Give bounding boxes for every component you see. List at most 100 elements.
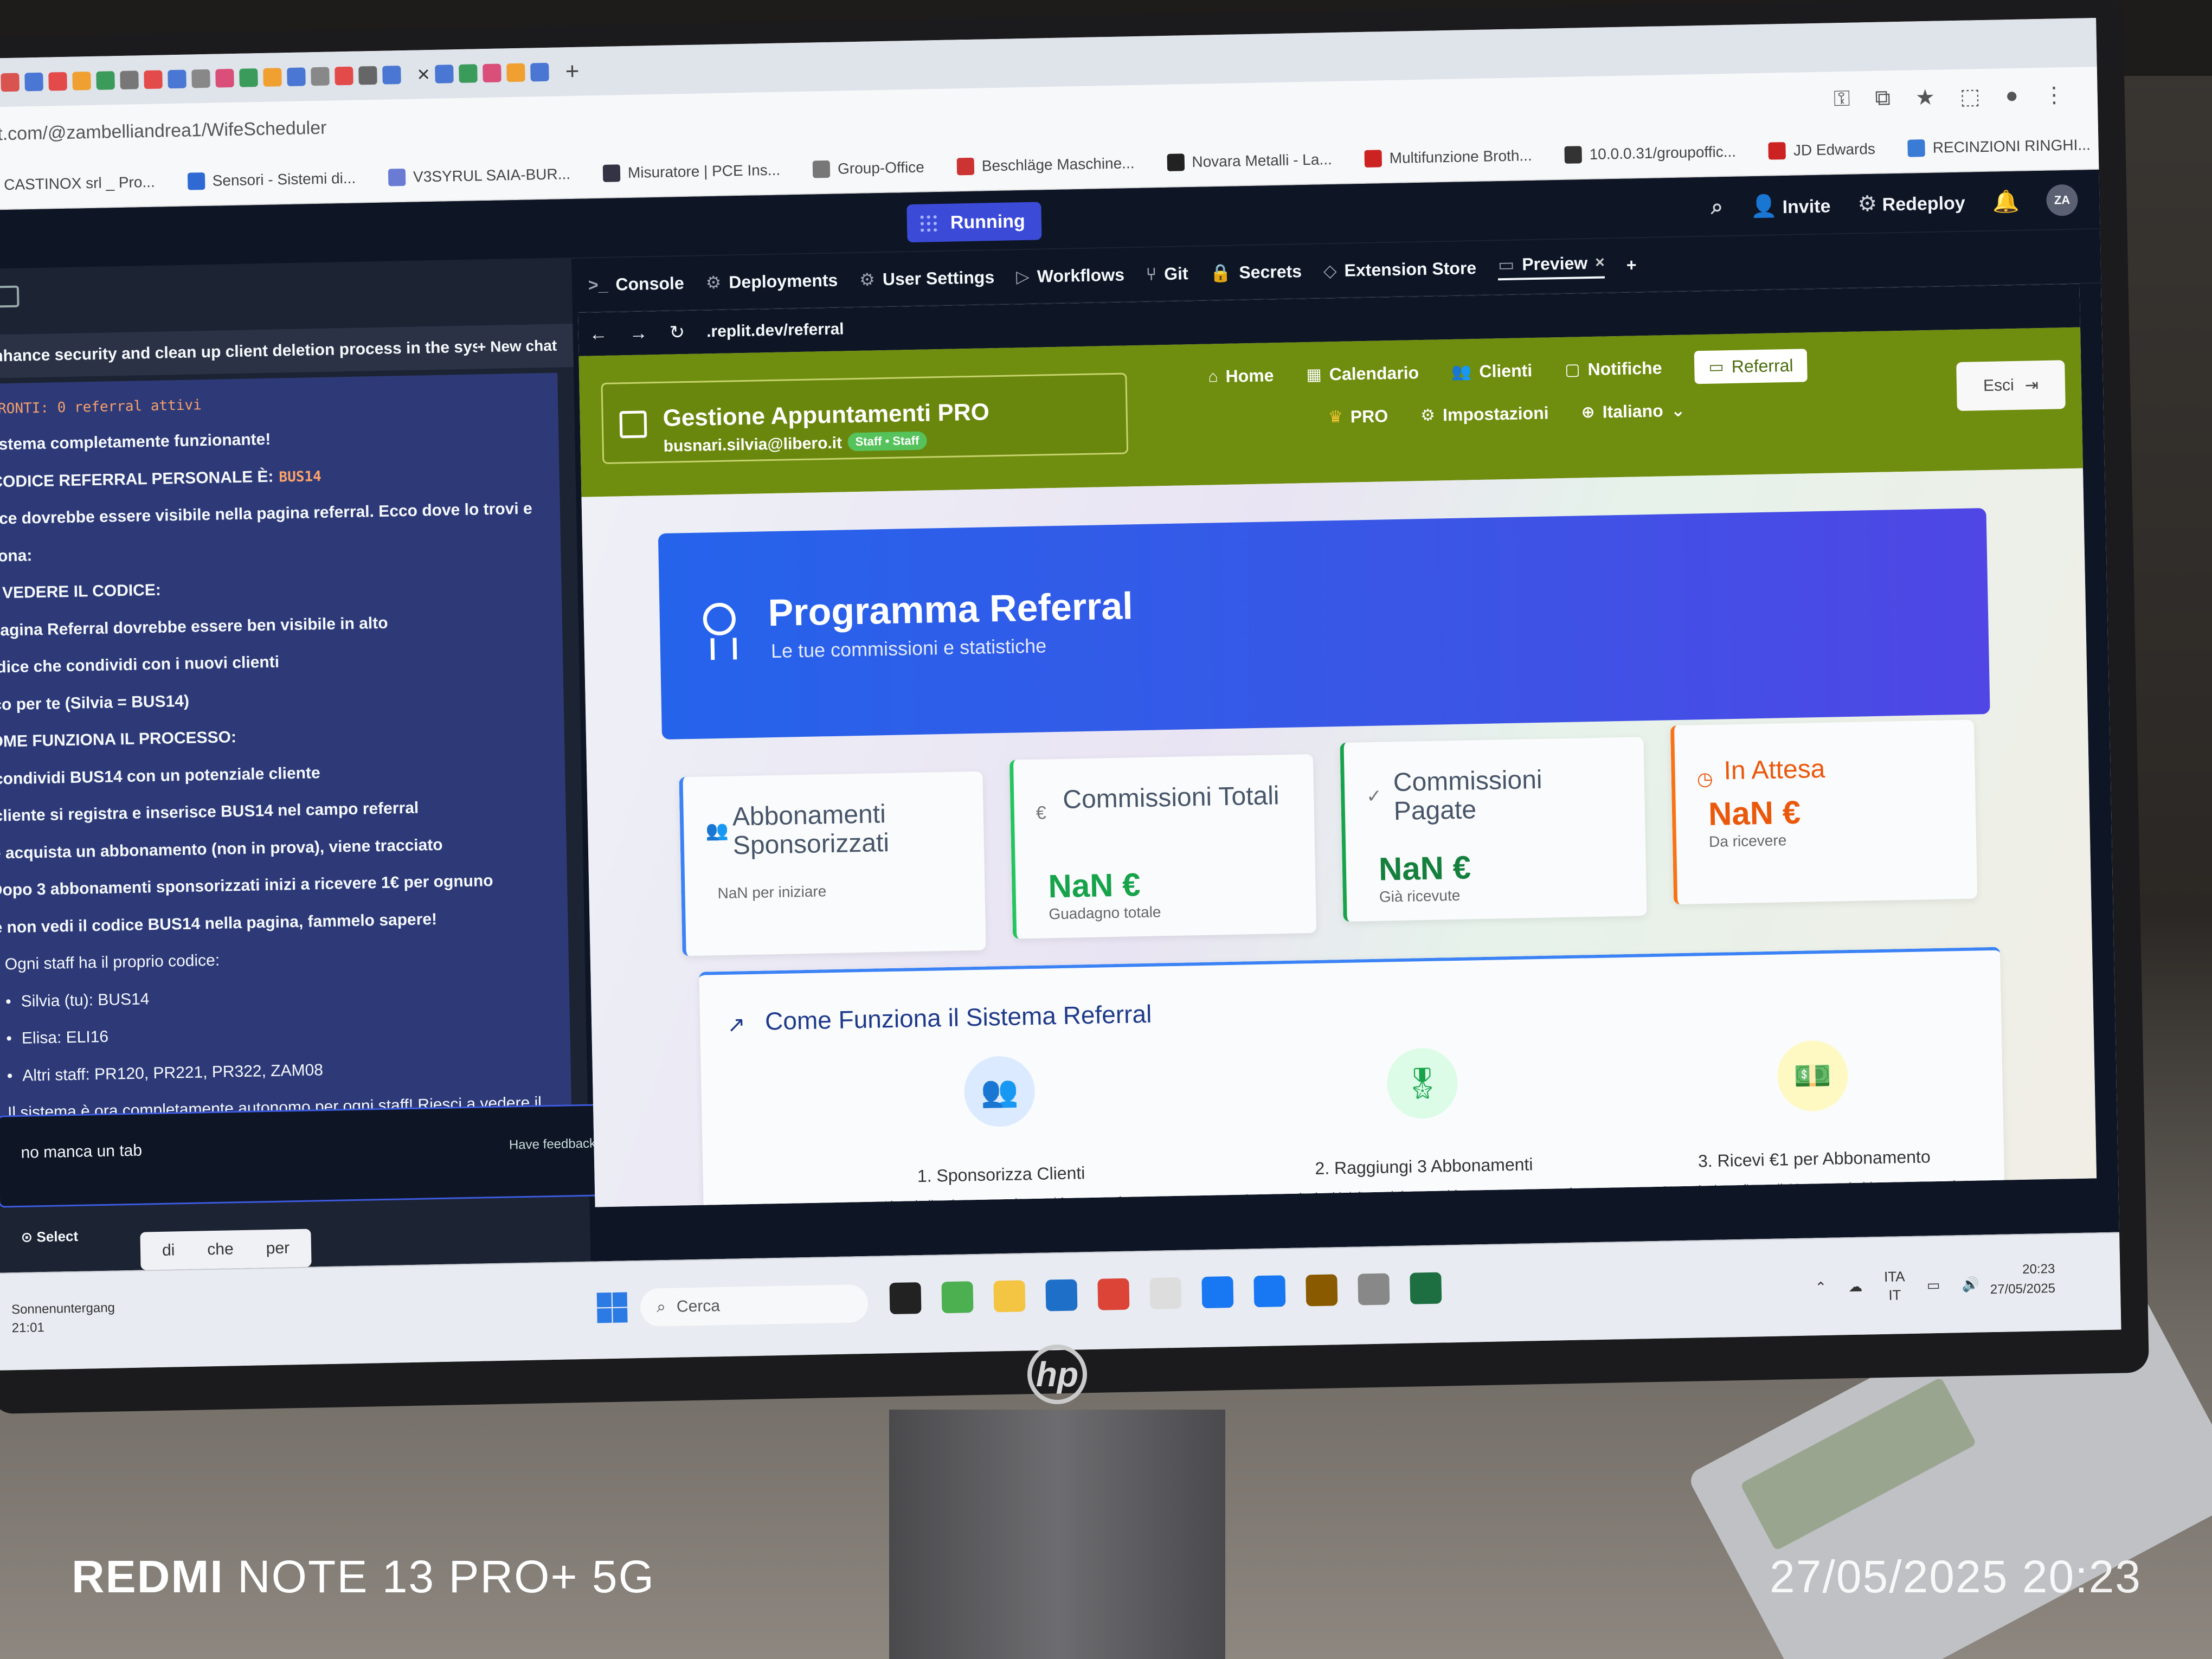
nav-home[interactable]: ⌂ Home xyxy=(1208,365,1274,387)
language-select[interactable]: ⊕ Italiano ⌄ xyxy=(1581,400,1686,423)
run-button[interactable]: Running xyxy=(906,202,1042,243)
tab-favicon[interactable] xyxy=(483,63,502,83)
onedrive-icon[interactable]: ☁ xyxy=(1848,1278,1863,1295)
nav-pro[interactable]: ♛ PRO xyxy=(1328,406,1388,427)
tab-favicon[interactable] xyxy=(311,67,330,86)
panel-icon[interactable] xyxy=(0,285,20,308)
tab-favicon[interactable] xyxy=(215,68,234,88)
tab-secrets[interactable]: 🔒 Secrets xyxy=(1210,261,1302,283)
tab-favicon[interactable] xyxy=(358,66,377,85)
chat-title[interactable]: Enhance security and clean up client del… xyxy=(0,338,477,366)
new-chat-button[interactable]: + New chat xyxy=(477,337,557,356)
tab-deployments[interactable]: ⚙ Deployments xyxy=(705,270,838,293)
tab-favicon[interactable] xyxy=(506,63,526,82)
tab-favicon[interactable] xyxy=(144,70,163,89)
bookmark[interactable]: Multifunzione Broth... xyxy=(1364,147,1532,168)
language-indicator[interactable]: ITA IT xyxy=(1884,1268,1906,1304)
tab-preview[interactable]: ▭ Preview × xyxy=(1497,252,1605,281)
back-icon[interactable]: ← xyxy=(589,323,608,345)
menu-icon[interactable]: ⋮ xyxy=(2043,82,2065,108)
media-icon[interactable] xyxy=(1358,1273,1390,1306)
tab-favicon[interactable] xyxy=(191,69,210,88)
tab-favicon[interactable] xyxy=(24,72,43,92)
app-icon[interactable] xyxy=(941,1281,974,1314)
suggestion[interactable]: che xyxy=(207,1240,234,1259)
chevron-up-icon[interactable]: ⌃ xyxy=(1815,1279,1827,1296)
amazon-icon[interactable] xyxy=(1149,1277,1182,1309)
excel-icon[interactable] xyxy=(1410,1272,1442,1304)
tab-favicon[interactable] xyxy=(96,71,115,90)
tab-user-settings[interactable]: ⚙ User Settings xyxy=(859,267,995,290)
monitor-icon[interactable]: ▭ xyxy=(1927,1277,1940,1294)
speaker-icon[interactable]: 🔊 xyxy=(1962,1276,1979,1294)
tab-favicon[interactable] xyxy=(1,73,20,92)
store-icon[interactable] xyxy=(1306,1274,1338,1307)
install-icon[interactable]: ⧉ xyxy=(1875,86,1891,111)
nav-referral[interactable]: ▭ Referral xyxy=(1694,349,1808,384)
outlook-icon[interactable] xyxy=(1045,1279,1078,1311)
weather-widget[interactable]: Sonnenuntergang 21:01 xyxy=(11,1299,115,1338)
tab-favicon[interactable] xyxy=(48,72,67,91)
facebook-icon[interactable] xyxy=(1253,1275,1286,1308)
tab-favicon[interactable] xyxy=(435,65,454,83)
tab-favicon[interactable] xyxy=(239,68,258,87)
task-view-icon[interactable] xyxy=(889,1282,922,1315)
close-icon[interactable]: × xyxy=(1595,253,1605,272)
clock[interactable]: 20:23 27/05/2025 xyxy=(1990,1259,2056,1300)
add-tab-button[interactable]: + xyxy=(1626,255,1636,275)
reload-icon[interactable]: ↻ xyxy=(669,321,685,344)
tab-favicon[interactable] xyxy=(263,68,282,87)
nav-notifiche[interactable]: ▢ Notifiche xyxy=(1565,358,1662,380)
select-button[interactable]: ⊙ Select xyxy=(21,1228,78,1246)
bookmark[interactable]: CASTINOX srl _ Pro... xyxy=(0,173,155,194)
key-icon[interactable]: ⚿ xyxy=(1834,87,1850,112)
tab-git[interactable]: ⑂ Git xyxy=(1146,263,1188,284)
preview-url[interactable]: .replit.dev/referral xyxy=(706,320,844,341)
close-tab-icon[interactable]: × xyxy=(417,62,430,87)
avatar[interactable]: ZA xyxy=(2046,184,2079,216)
star-icon[interactable]: ★ xyxy=(1915,85,1935,111)
bookmark[interactable]: Beschläge Maschine... xyxy=(956,155,1135,176)
bookmark[interactable]: Sensori - Sistemi di... xyxy=(187,170,356,190)
tab-favicon[interactable] xyxy=(335,66,353,86)
tab-extension-store[interactable]: ◇ Extension Store xyxy=(1323,258,1477,281)
chat-input-text[interactable]: no manca un tab xyxy=(21,1142,142,1162)
suggestion[interactable]: di xyxy=(162,1241,175,1259)
bell-icon[interactable]: 🔔 xyxy=(1992,188,2020,214)
forward-icon[interactable]: → xyxy=(629,323,648,344)
folder-icon[interactable] xyxy=(993,1280,1026,1313)
invite-button[interactable]: 👤 Invite xyxy=(1750,192,1831,219)
tab-favicon[interactable] xyxy=(168,69,187,89)
bookmark[interactable]: V3SYRUL SAIA-BUR... xyxy=(388,165,571,187)
profile-icon[interactable]: ● xyxy=(2005,83,2018,108)
nav-impostazioni[interactable]: ⚙ Impostazioni xyxy=(1420,403,1549,426)
new-tab-icon[interactable]: + xyxy=(565,58,580,85)
address-url[interactable]: ...it.com/@zambelliandrea1/WifeScheduler xyxy=(0,117,327,145)
nav-calendario[interactable]: ▦ Calendario xyxy=(1306,363,1419,385)
bookmark[interactable]: Group-Office xyxy=(812,159,924,178)
search-icon[interactable]: ⌕ xyxy=(1711,195,1724,219)
tab-favicon[interactable] xyxy=(72,72,91,91)
bookmark[interactable]: 10.0.0.31/groupoffic... xyxy=(1564,143,1736,164)
bookmark[interactable]: RECINZIONI RINGHI... xyxy=(1907,136,2091,157)
tab-favicon[interactable] xyxy=(382,66,401,85)
tab-workflows[interactable]: ▷ Workflows xyxy=(1016,264,1125,287)
extensions-icon[interactable]: ⬚ xyxy=(1959,84,1980,110)
facebook-icon[interactable] xyxy=(1201,1276,1234,1309)
bookmark[interactable]: Novara Metalli - La... xyxy=(1167,151,1332,171)
bookmark[interactable]: JD Edwards xyxy=(1768,140,1876,160)
nav-clienti[interactable]: 👥 Clienti xyxy=(1451,361,1533,382)
tab-console[interactable]: >_ Console xyxy=(588,273,684,295)
suggestion[interactable]: per xyxy=(266,1239,290,1258)
tab-favicon[interactable] xyxy=(287,67,306,87)
taskbar-search[interactable]: ⌕ Cerca xyxy=(640,1284,869,1327)
start-button[interactable] xyxy=(596,1292,628,1323)
feedback-link[interactable]: Have feedback? xyxy=(509,1136,603,1153)
tab-favicon[interactable] xyxy=(459,64,478,83)
logout-button[interactable]: Esci ⇥ xyxy=(1956,360,2066,411)
tab-favicon[interactable] xyxy=(530,62,550,82)
redeploy-button[interactable]: ⚙ Redeploy xyxy=(1857,190,1965,217)
chat-input[interactable]: no manca un tab Have feedback? ➤ xyxy=(0,1103,660,1208)
chrome-icon[interactable] xyxy=(1097,1278,1130,1310)
bookmark[interactable]: Misuratore | PCE Ins... xyxy=(602,162,781,182)
